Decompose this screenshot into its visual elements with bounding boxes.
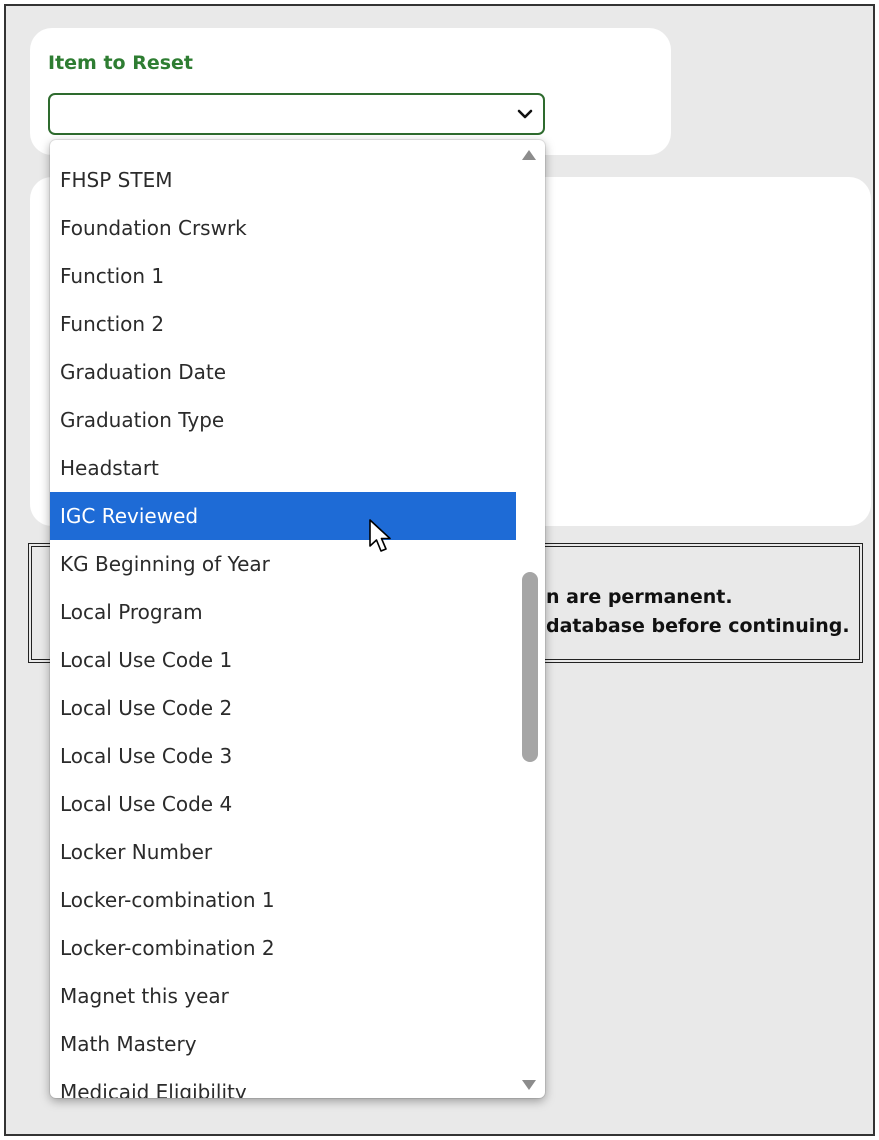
dropdown-option-highlighted[interactable]: IGC Reviewed <box>50 492 516 540</box>
item-to-reset-select[interactable] <box>48 93 545 135</box>
item-to-reset-dropdown-list[interactable]: FHSP STEM Foundation Crswrk Function 1 Func… <box>50 140 545 1098</box>
dropdown-option[interactable]: Foundation Crswrk <box>50 204 516 252</box>
dropdown-option[interactable]: Math Mastery <box>50 1020 516 1068</box>
dropdown-option[interactable]: Locker-combination 2 <box>50 924 516 972</box>
scroll-up-arrow-icon[interactable] <box>522 150 536 160</box>
dropdown-options: FHSP STEM Foundation Crswrk Function 1 Func… <box>50 156 516 1098</box>
dropdown-option[interactable]: Magnet this year <box>50 972 516 1020</box>
dropdown-option[interactable]: Headstart <box>50 444 516 492</box>
dropdown-option[interactable]: Function 1 <box>50 252 516 300</box>
dropdown-option[interactable]: Locker Number <box>50 828 516 876</box>
dropdown-option[interactable]: KG Beginning of Year <box>50 540 516 588</box>
dropdown-option[interactable]: Function 2 <box>50 300 516 348</box>
chevron-down-icon <box>517 109 533 119</box>
dropdown-option[interactable]: Locker-combination 1 <box>50 876 516 924</box>
app-frame: Item to Reset n are permanent. database … <box>4 4 875 1136</box>
warning-line-2: database before continuing. <box>546 615 850 637</box>
dropdown-option[interactable]: Medicaid Eligibility <box>50 1068 516 1098</box>
dropdown-option[interactable]: Local Use Code 3 <box>50 732 516 780</box>
dropdown-option[interactable]: FHSP STEM <box>50 156 516 204</box>
dropdown-option[interactable]: Local Program <box>50 588 516 636</box>
scrollbar-thumb[interactable] <box>522 572 538 762</box>
dropdown-option[interactable]: Local Use Code 4 <box>50 780 516 828</box>
mouse-pointer-icon <box>369 519 391 552</box>
dropdown-option[interactable]: Local Use Code 2 <box>50 684 516 732</box>
dropdown-option[interactable]: Local Use Code 1 <box>50 636 516 684</box>
dropdown-option[interactable]: Graduation Type <box>50 396 516 444</box>
item-to-reset-label: Item to Reset <box>48 52 193 74</box>
scroll-down-arrow-icon[interactable] <box>522 1080 536 1090</box>
warning-line-1: n are permanent. <box>546 586 733 608</box>
dropdown-option[interactable]: Graduation Date <box>50 348 516 396</box>
item-to-reset-card <box>30 28 671 155</box>
